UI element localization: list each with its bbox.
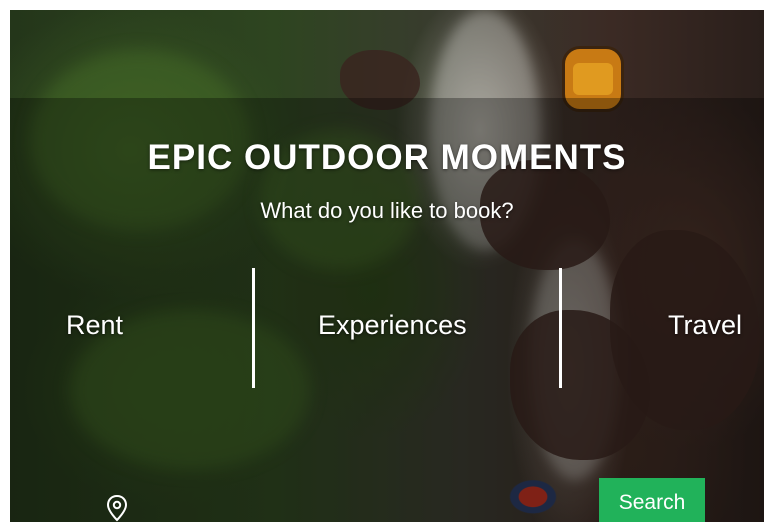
hero-section: EPIC OUTDOOR MOMENTS What do you like to… <box>10 10 764 522</box>
search-button[interactable]: Search <box>599 478 705 522</box>
category-experiences[interactable]: Experiences <box>318 310 467 341</box>
category-divider <box>252 268 255 388</box>
category-travel[interactable]: Travel <box>668 310 742 341</box>
category-divider <box>559 268 562 388</box>
map-pin-icon[interactable] <box>105 494 129 522</box>
hero-headline: EPIC OUTDOOR MOMENTS <box>147 138 627 177</box>
category-rent[interactable]: Rent <box>66 310 123 341</box>
hero-subheadline: What do you like to book? <box>260 198 514 223</box>
